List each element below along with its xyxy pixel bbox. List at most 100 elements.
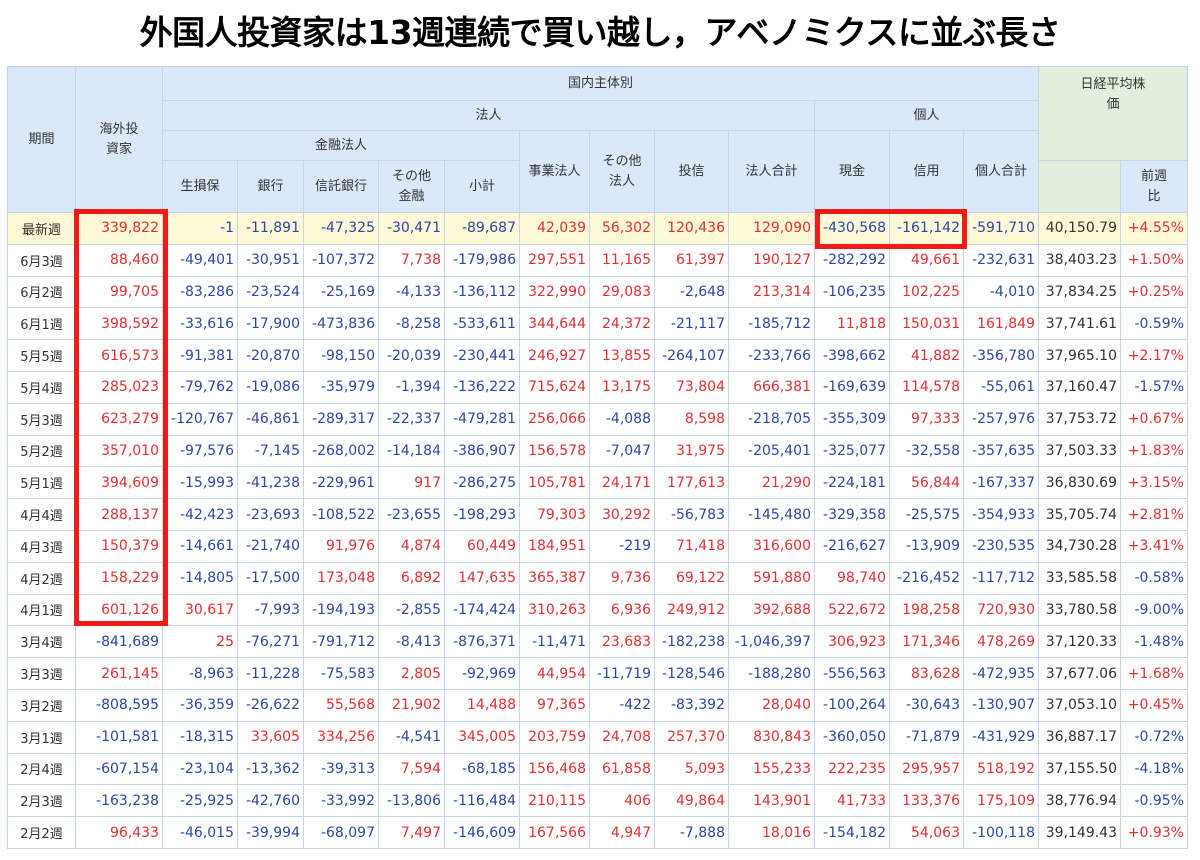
other-corp-cell: -4,088 (589, 402, 655, 436)
change-cell: -1.48% (1120, 625, 1188, 659)
business-cell: 203,759 (519, 720, 590, 754)
table-row: 2月4週 -607,154 -23,104 -13,362 -39,313 7,594 -6… (7, 752, 1188, 786)
ind-total-cell: -230,535 (963, 529, 1039, 563)
life-cell: -8,963 (162, 657, 238, 690)
period-cell: 4月1週 (7, 593, 76, 627)
subtotal-cell: -179,986 (444, 243, 520, 277)
bank-cell: -13,362 (237, 752, 304, 786)
ind-total-cell: 518,192 (963, 752, 1039, 786)
cash-cell: -100,264 (814, 688, 890, 722)
cash-cell: 222,235 (814, 752, 890, 786)
foreign-cell: -607,154 (75, 752, 163, 786)
subtotal-cell: -230,441 (444, 339, 520, 372)
other-corp-cell: -422 (589, 688, 655, 722)
corp-total-cell: 830,843 (728, 720, 815, 754)
cash-cell: -224,181 (814, 466, 890, 500)
bank-cell: -7,993 (237, 593, 304, 627)
corp-total-cell: 190,127 (728, 243, 815, 277)
foreign-cell: 88,460 (75, 243, 163, 277)
period-cell: 2月4週 (7, 752, 76, 786)
corp-total-cell: -233,766 (728, 339, 815, 372)
nikkei-cell: 36,830.69 (1038, 466, 1121, 500)
foreign-cell: 357,010 (75, 434, 163, 468)
business-cell: 79,303 (519, 498, 590, 531)
ind-total-cell: -55,061 (963, 370, 1039, 404)
margin-cell: 56,844 (889, 466, 964, 500)
trust-cell: -68,097 (303, 816, 379, 849)
itrust-cell: -182,238 (654, 625, 729, 659)
other-fin-cell: 7,594 (378, 752, 445, 786)
business-cell: 322,990 (519, 275, 590, 309)
other-fin-cell: -8,258 (378, 307, 445, 341)
ind-total-cell: -167,337 (963, 466, 1039, 500)
period-cell: 5月1週 (7, 466, 76, 500)
foreign-cell: 394,609 (75, 466, 163, 500)
period-cell: 2月2週 (7, 816, 76, 849)
period-cell: 3月4週 (7, 625, 76, 659)
foreign-cell: -163,238 (75, 784, 163, 818)
other-fin-cell: -4,541 (378, 720, 445, 754)
subtotal-cell: 14,488 (444, 688, 520, 722)
foreign-cell: 99,705 (75, 275, 163, 309)
business-cell: 156,578 (519, 434, 590, 468)
itrust-cell: -264,107 (654, 339, 729, 372)
corp-total-cell: -1,046,397 (728, 625, 815, 659)
change-cell: +0.45% (1120, 688, 1188, 722)
change-cell: +0.67% (1120, 402, 1188, 436)
trust-cell: -75,583 (303, 657, 379, 690)
table-row: 6月1週 398,592 -33,616 -17,900 -473,836 -8,258-… (7, 307, 1188, 341)
corp-total-cell: 155,233 (728, 752, 815, 786)
life-cell: -49,401 (162, 243, 238, 277)
header-nikkei: 日経平均株価 (1038, 66, 1188, 161)
subtotal-cell: -89,687 (444, 212, 520, 245)
corp-total-cell: 591,880 (728, 561, 815, 595)
itrust-cell: 73,804 (654, 370, 729, 404)
change-cell: -0.95% (1120, 784, 1188, 818)
other-corp-cell: 6,936 (589, 593, 655, 627)
subtotal-cell: -146,609 (444, 816, 520, 849)
subtotal-cell: -286,275 (444, 466, 520, 500)
other-corp-cell: 24,372 (589, 307, 655, 341)
header-prev-week: 前週比 (1120, 160, 1188, 213)
change-cell: -0.72% (1120, 720, 1188, 754)
change-cell: +2.17% (1120, 339, 1188, 372)
cash-cell: 306,923 (814, 625, 890, 659)
margin-cell: -32,558 (889, 434, 964, 468)
itrust-cell: -7,888 (654, 816, 729, 849)
table-row: 3月2週 -808,595 -36,359 -26,622 55,568 21,902 14… (7, 688, 1188, 722)
foreign-cell: 601,126 (75, 593, 163, 627)
header-individual-group: 個人 (814, 100, 1039, 131)
header-foreign-investors: 海外投資家 (75, 66, 163, 213)
cash-cell: 98,740 (814, 561, 890, 595)
change-cell: -9.00% (1120, 593, 1188, 627)
margin-cell: 49,661 (889, 243, 964, 277)
nikkei-cell: 37,753.72 (1038, 402, 1121, 436)
bank-cell: 33,605 (237, 720, 304, 754)
cash-cell: -154,182 (814, 816, 890, 849)
margin-cell: 54,063 (889, 816, 964, 849)
trust-cell: -289,317 (303, 402, 379, 436)
table-row: 6月2週 99,705 -83,286 -23,524 -25,169 -4,133 -13… (7, 275, 1188, 309)
itrust-cell: 5,093 (654, 752, 729, 786)
nikkei-cell: 38,776.94 (1038, 784, 1121, 818)
header-nikkei-value (1038, 160, 1121, 213)
foreign-cell: 623,279 (75, 402, 163, 436)
trust-cell: 55,568 (303, 688, 379, 722)
nikkei-cell: 37,120.33 (1038, 625, 1121, 659)
cash-cell: -360,050 (814, 720, 890, 754)
bank-cell: -41,238 (237, 466, 304, 500)
bank-cell: -42,760 (237, 784, 304, 818)
nikkei-cell: 34,730.28 (1038, 529, 1121, 563)
subtotal-cell: -116,484 (444, 784, 520, 818)
life-cell: -18,315 (162, 720, 238, 754)
other-corp-cell: 9,736 (589, 561, 655, 595)
business-cell: -11,471 (519, 625, 590, 659)
bank-cell: -19,086 (237, 370, 304, 404)
period-cell: 3月3週 (7, 657, 76, 690)
subtotal-cell: -533,611 (444, 307, 520, 341)
business-cell: 167,566 (519, 816, 590, 849)
corp-total-cell: 392,688 (728, 593, 815, 627)
table-row: 5月1週 394,609 -15,993 -41,238 -229,961 917 -286… (7, 466, 1188, 500)
subtotal-cell: -136,112 (444, 275, 520, 309)
foreign-cell: 616,573 (75, 339, 163, 372)
